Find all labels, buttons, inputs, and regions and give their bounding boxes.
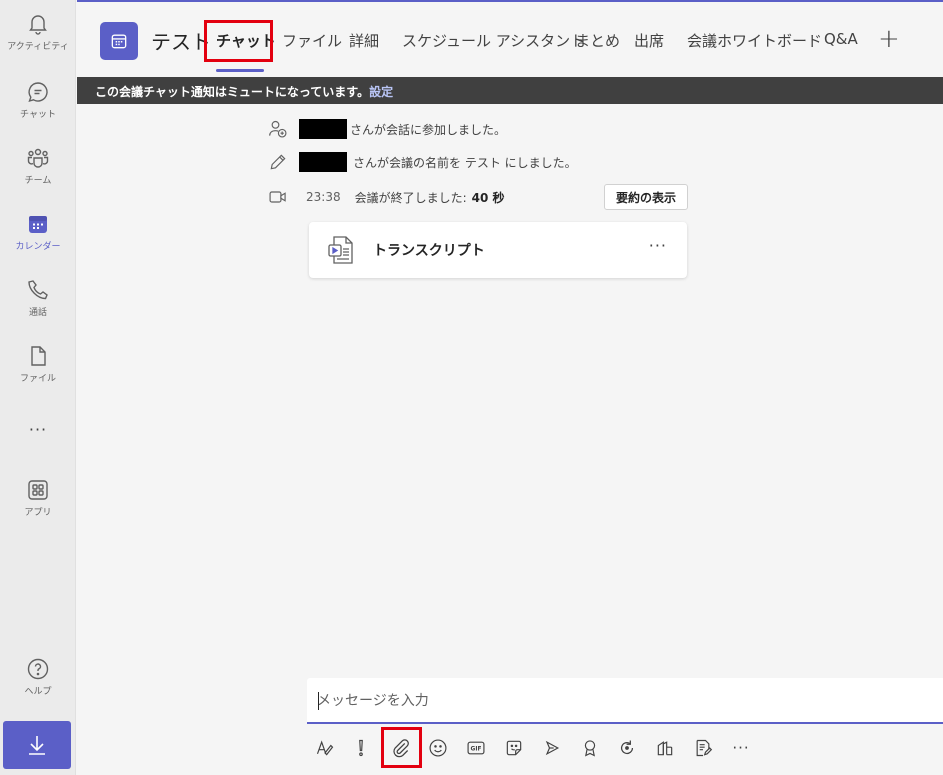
rail-item-calendar[interactable]: カレンダー <box>0 212 76 268</box>
gif-icon: GIF <box>467 741 485 755</box>
text-caret <box>318 692 319 710</box>
transcript-icon <box>328 236 353 264</box>
rail-label-files: ファイル <box>19 374 56 384</box>
chat-icon <box>28 82 48 103</box>
emoji-button[interactable] <box>425 736 451 760</box>
tab-qa[interactable]: Q&A <box>824 30 858 48</box>
tab-recap[interactable]: まとめ <box>575 30 620 51</box>
meeting-title: テスト <box>151 30 211 54</box>
rail-item-apps[interactable]: アプリ <box>0 478 76 534</box>
event-meeting-ended: 23:38 会議が終了しました: 40 秒 <box>268 186 505 208</box>
format-button[interactable] <box>312 736 338 760</box>
event-joined-text: さんが会話に参加しました。 <box>350 122 507 137</box>
rail-label-activity: アクティビティ <box>7 42 69 52</box>
transcript-more-button[interactable]: ··· <box>649 236 667 255</box>
format-icon <box>316 740 334 756</box>
download-icon <box>29 736 45 755</box>
rail-item-teams[interactable]: チーム <box>0 146 76 202</box>
rail-more-button[interactable]: ··· <box>0 420 76 439</box>
file-icon <box>31 346 46 366</box>
approvals-icon <box>657 741 673 756</box>
rail-label-calendar: カレンダー <box>15 242 61 252</box>
event-duration: 40 秒 <box>471 190 505 205</box>
help-icon <box>27 658 49 680</box>
video-icon <box>269 191 286 203</box>
mute-notification-banner: この会議チャット通知はミュートになっています。設定 <box>77 77 943 104</box>
rail-item-activity[interactable]: アクティビティ <box>0 12 76 68</box>
sticker-button[interactable] <box>501 736 527 760</box>
banner-settings-link[interactable]: 設定 <box>369 85 393 99</box>
chat-pane: さんが会話に参加しました。 さんが会議の名前を テスト にしました。 23:38… <box>77 104 943 674</box>
event-joined: さんが会話に参加しました。 <box>268 118 506 140</box>
event-renamed-text: さんが会議の名前を テスト にしました。 <box>353 155 577 170</box>
teams-icon <box>27 148 49 168</box>
praise-button[interactable] <box>577 736 603 760</box>
toolbar-more-button[interactable]: ··· <box>728 736 754 760</box>
emoji-icon <box>429 739 447 757</box>
calendar-icon <box>29 216 47 233</box>
transcript-title: トランスクリプト <box>373 243 485 259</box>
rail-item-chat[interactable]: チャット <box>0 80 76 136</box>
svg-text:GIF: GIF <box>471 747 482 753</box>
rail-label-help: ヘルプ <box>24 687 52 697</box>
updates-icon <box>696 739 713 757</box>
approvals-button[interactable] <box>652 736 678 760</box>
apps-icon <box>28 480 48 500</box>
event-time: 23:38 <box>306 190 341 204</box>
event-ended-text: 会議が終了しました: <box>354 190 467 205</box>
important-button[interactable] <box>348 736 374 760</box>
tab-scheduling-assistant[interactable]: スケジュール アシスタント <box>402 30 585 51</box>
app-rail: アクティビティ チャット チーム カレンダー 通話 ファイル ··· アプリ ヘ… <box>0 0 76 775</box>
rail-item-calls[interactable]: 通話 <box>0 278 76 334</box>
bell-icon <box>29 15 47 35</box>
tab-files[interactable]: ファイル <box>282 30 342 51</box>
attach-highlight-box <box>381 727 422 768</box>
compose-box[interactable] <box>307 678 943 724</box>
add-tab-button[interactable]: + <box>878 24 900 54</box>
pencil-icon <box>270 154 286 170</box>
important-icon <box>359 739 363 757</box>
meeting-calendar-icon <box>100 22 138 60</box>
rail-label-calls: 通話 <box>28 308 47 318</box>
redacted-name <box>299 119 347 139</box>
rail-label-chat: チャット <box>20 110 56 120</box>
praise-icon <box>584 740 596 757</box>
loop-button[interactable] <box>614 736 640 760</box>
updates-button[interactable] <box>690 736 716 760</box>
tab-chat-highlight-box <box>204 20 273 62</box>
banner-text: この会議チャット通知はミュートになっています。 <box>95 85 370 99</box>
rail-label-apps: アプリ <box>24 508 52 518</box>
phone-icon <box>28 280 48 300</box>
forward-button[interactable] <box>539 736 565 760</box>
tab-chat-underline <box>216 69 264 72</box>
view-summary-button[interactable]: 要約の表示 <box>604 184 688 210</box>
tab-whiteboard[interactable]: 会議ホワイトボード <box>687 30 822 51</box>
rail-label-teams: チーム <box>24 176 52 186</box>
meeting-header: テスト チャット ファイル 詳細 スケジュール アシスタント まとめ 出席 会議… <box>77 0 943 77</box>
send-forward-icon <box>545 740 560 756</box>
person-add-icon <box>269 120 287 138</box>
transcript-card[interactable]: トランスクリプト ··· <box>309 222 687 278</box>
message-input[interactable] <box>317 688 917 714</box>
rail-item-files[interactable]: ファイル <box>0 344 76 400</box>
rail-item-help[interactable]: ヘルプ <box>0 657 76 713</box>
loop-icon <box>620 740 634 755</box>
redacted-name <box>299 152 347 172</box>
sticker-icon <box>506 740 522 756</box>
tab-attendance[interactable]: 出席 <box>634 30 664 51</box>
gif-button[interactable]: GIF <box>463 736 489 760</box>
tab-details[interactable]: 詳細 <box>349 30 379 51</box>
download-button[interactable] <box>3 721 71 769</box>
event-renamed: さんが会議の名前を テスト にしました。 <box>268 151 577 173</box>
